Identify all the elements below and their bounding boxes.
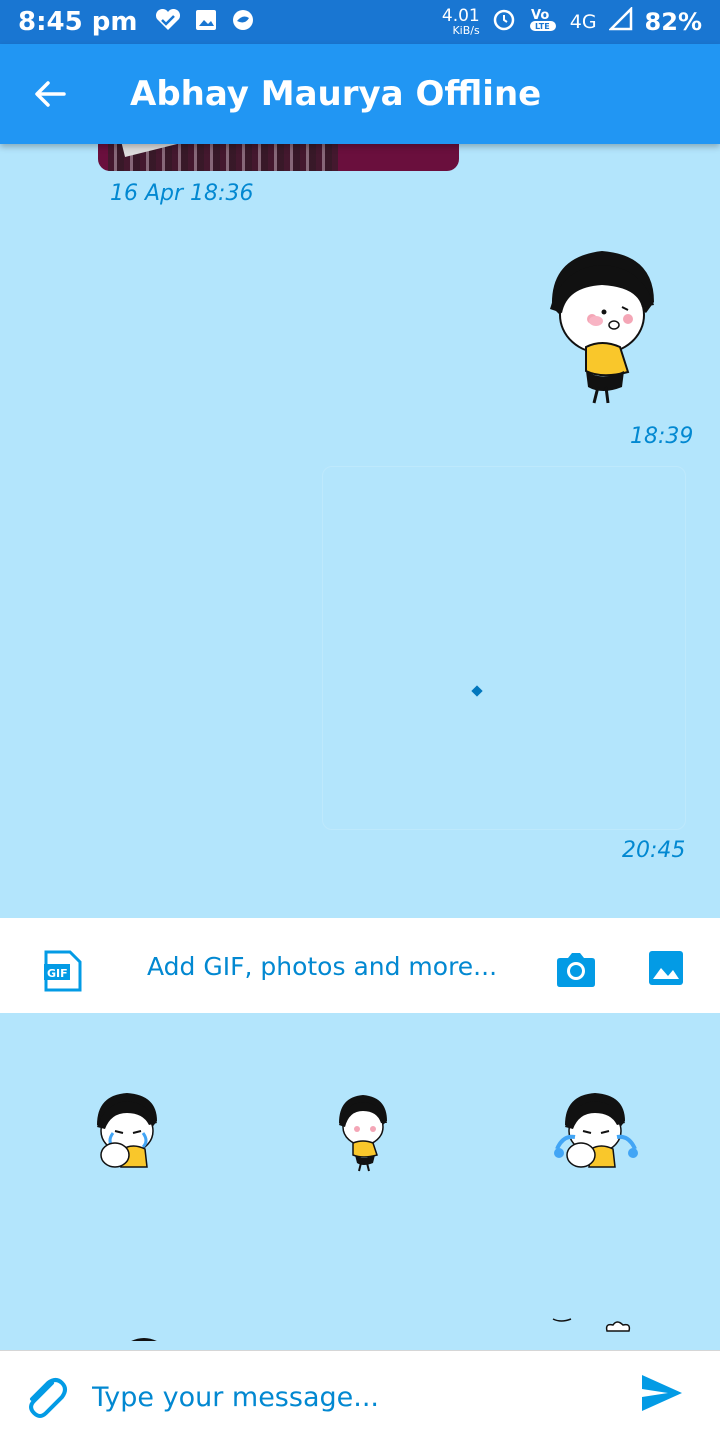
chat-title: Abhay Maurya Offline	[130, 74, 542, 114]
gallery-notification-icon	[195, 9, 217, 35]
sticker-loading-message[interactable]	[322, 466, 686, 830]
back-button[interactable]	[0, 44, 100, 144]
network-speed: 4.01 KiB/s	[441, 6, 480, 37]
sticker-option-partial[interactable]	[119, 1331, 169, 1341]
image-message[interactable]	[98, 144, 459, 171]
camera-button[interactable]	[556, 950, 596, 992]
girl-hair-partial-icon	[337, 1338, 381, 1341]
message-timestamp: 16 Apr 18:36	[110, 181, 254, 206]
app-bar: Abhay Maurya Offline	[0, 44, 720, 144]
gallery-button[interactable]	[648, 950, 684, 990]
status-time: 8:45 pm	[18, 7, 138, 37]
paperclip-icon	[29, 1378, 67, 1418]
sticker-option-partial[interactable]	[551, 1313, 635, 1341]
send-icon	[642, 1375, 682, 1411]
volte-icon: Vo LTE	[528, 6, 558, 38]
loading-spinner-icon	[471, 685, 483, 697]
girl-sticker-icon	[339, 1095, 387, 1172]
crying-girl-sticker-icon	[97, 1093, 157, 1168]
media-toolbar: GIF Add GIF, photos and more...	[0, 918, 720, 1013]
message-input-bar	[0, 1350, 720, 1441]
status-bar: 8:45 pm 4.01 KiB/s Vo LTE 4G 82%	[0, 0, 720, 44]
signal-icon	[607, 5, 633, 37]
sticker-tray[interactable]	[9, 1013, 711, 1341]
message-timestamp: 20:45	[622, 838, 686, 863]
attach-button[interactable]	[22, 1373, 68, 1423]
arrow-back-icon	[35, 81, 66, 107]
message-timestamp: 18:39	[630, 424, 694, 449]
app-notification-icon	[231, 8, 255, 36]
alarm-icon	[492, 7, 516, 37]
message-input[interactable]	[90, 1371, 614, 1423]
battery-level: 82%	[644, 8, 702, 36]
sticker-option-crying-cat[interactable]	[551, 1091, 641, 1175]
gif-file-icon: GIF	[44, 950, 82, 992]
girl-sticker-icon	[550, 251, 654, 404]
sticker-option-waving[interactable]	[335, 1093, 391, 1177]
add-media-label[interactable]: Add GIF, photos and more...	[147, 952, 497, 981]
svg-text:GIF: GIF	[47, 967, 68, 980]
sticker-option-crying[interactable]	[93, 1091, 163, 1175]
image-icon	[649, 951, 683, 985]
sticker-message[interactable]	[542, 247, 662, 411]
camera-icon	[557, 953, 595, 987]
crying-girl-cat-sticker-icon	[554, 1093, 638, 1168]
heart-notification-icon	[155, 8, 181, 35]
message-list[interactable]: 16 Apr 18:36 18:39 20:45	[0, 144, 720, 918]
cloud-partial-icon	[552, 1318, 631, 1332]
sticker-option-partial[interactable]	[337, 1333, 381, 1341]
girl-hair-partial-icon	[131, 1338, 157, 1341]
gif-button[interactable]: GIF	[42, 950, 84, 996]
svg-text:LTE: LTE	[535, 22, 550, 31]
send-button[interactable]	[640, 1373, 684, 1417]
svg-text:Vo: Vo	[531, 8, 549, 23]
network-type: 4G	[569, 11, 597, 33]
